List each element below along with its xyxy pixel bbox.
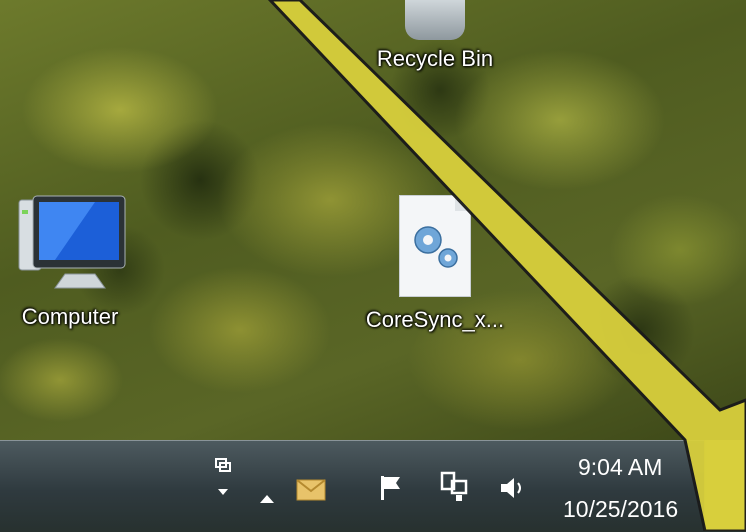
desktop-icon-computer[interactable]: Computer [0,190,140,330]
clock-date[interactable]: 10/25/2016 [563,496,678,523]
desktop-icon-coresync[interactable]: CoreSync_x... [345,195,525,333]
volume-icon[interactable] [498,475,526,507]
computer-icon [5,190,135,298]
show-desktop-button[interactable] [704,440,746,531]
desktop-icon-label: Computer [21,304,119,329]
desktop-icon-label: Recycle Bin [376,46,494,71]
clock-time[interactable]: 9:04 AM [578,454,662,481]
desktop-icon-label: CoreSync_x... [365,307,505,332]
network-icon[interactable] [440,471,470,511]
desktop-icon-recycle-bin[interactable]: Recycle Bin [355,0,515,72]
show-hidden-icons-icon[interactable] [214,457,232,513]
recycle-bin-icon [405,0,465,40]
settings-file-icon [399,195,471,297]
action-center-flag-icon[interactable] [378,474,406,508]
desktop[interactable]: Recycle Bin Computer CoreSync_x... [0,0,746,440]
mail-icon[interactable] [296,479,326,507]
chevron-up-icon[interactable] [258,485,276,511]
